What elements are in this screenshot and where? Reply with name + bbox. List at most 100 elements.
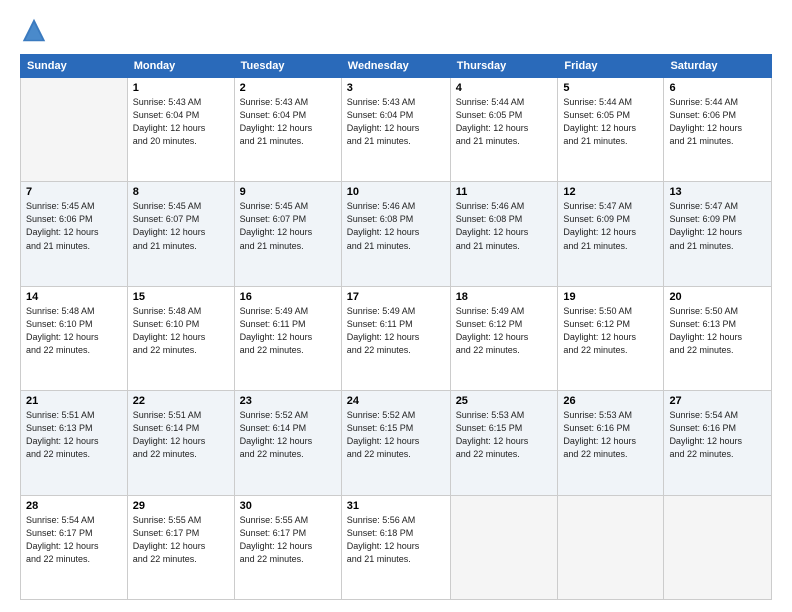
calendar-cell: 23 Sunrise: 5:52 AM Sunset: 6:14 PM Dayli…	[234, 391, 341, 495]
calendar-cell: 15 Sunrise: 5:48 AM Sunset: 6:10 PM Dayli…	[127, 286, 234, 390]
day-number: 24	[347, 395, 445, 407]
day-info: Sunrise: 5:52 AM Sunset: 6:15 PM Dayligh…	[347, 409, 445, 461]
day-info: Sunrise: 5:47 AM Sunset: 6:09 PM Dayligh…	[563, 200, 658, 252]
day-info: Sunrise: 5:44 AM Sunset: 6:05 PM Dayligh…	[456, 96, 553, 148]
day-number: 31	[347, 500, 445, 512]
day-info: Sunrise: 5:45 AM Sunset: 6:07 PM Dayligh…	[240, 200, 336, 252]
day-info: Sunrise: 5:46 AM Sunset: 6:08 PM Dayligh…	[456, 200, 553, 252]
day-number: 10	[347, 186, 445, 198]
calendar-cell: 16 Sunrise: 5:49 AM Sunset: 6:11 PM Dayli…	[234, 286, 341, 390]
day-info: Sunrise: 5:54 AM Sunset: 6:16 PM Dayligh…	[669, 409, 766, 461]
day-number: 2	[240, 82, 336, 94]
day-header-saturday: Saturday	[664, 55, 772, 78]
day-number: 20	[669, 291, 766, 303]
day-number: 15	[133, 291, 229, 303]
day-header-monday: Monday	[127, 55, 234, 78]
calendar-cell	[21, 78, 128, 182]
calendar-cell: 19Sunrise: 5:50 AM Sunset: 6:12 PM Dayli…	[558, 286, 664, 390]
day-info: Sunrise: 5:56 AM Sunset: 6:18 PM Dayligh…	[347, 514, 445, 566]
day-number: 8	[133, 186, 229, 198]
day-number: 29	[133, 500, 229, 512]
day-info: Sunrise: 5:54 AM Sunset: 6:17 PM Dayligh…	[26, 514, 122, 566]
day-info: Sunrise: 5:52 AM Sunset: 6:14 PM Dayligh…	[240, 409, 336, 461]
day-number: 5	[563, 82, 658, 94]
calendar-cell	[664, 495, 772, 599]
day-number: 23	[240, 395, 336, 407]
day-number: 21	[26, 395, 122, 407]
day-number: 30	[240, 500, 336, 512]
calendar-cell: 8 Sunrise: 5:45 AM Sunset: 6:07 PM Daylig…	[127, 182, 234, 286]
day-info: Sunrise: 5:44 AM Sunset: 6:06 PM Dayligh…	[669, 96, 766, 148]
calendar-cell: 21 Sunrise: 5:51 AM Sunset: 6:13 PM Dayli…	[21, 391, 128, 495]
day-number: 1	[133, 82, 229, 94]
calendar-cell: 2Sunrise: 5:43 AM Sunset: 6:04 PM Daylig…	[234, 78, 341, 182]
calendar-cell: 20 Sunrise: 5:50 AM Sunset: 6:13 PM Dayli…	[664, 286, 772, 390]
calendar-cell: 25 Sunrise: 5:53 AM Sunset: 6:15 PM Dayli…	[450, 391, 558, 495]
calendar-cell: 17Sunrise: 5:49 AM Sunset: 6:11 PM Dayli…	[341, 286, 450, 390]
day-info: Sunrise: 5:43 AM Sunset: 6:04 PM Dayligh…	[347, 96, 445, 148]
calendar-cell: 13 Sunrise: 5:47 AM Sunset: 6:09 PM Dayli…	[664, 182, 772, 286]
day-info: Sunrise: 5:55 AM Sunset: 6:17 PM Dayligh…	[133, 514, 229, 566]
calendar-cell: 7 Sunrise: 5:45 AM Sunset: 6:06 PM Daylig…	[21, 182, 128, 286]
day-info: Sunrise: 5:49 AM Sunset: 6:12 PM Dayligh…	[456, 305, 553, 357]
calendar-cell: 12Sunrise: 5:47 AM Sunset: 6:09 PM Dayli…	[558, 182, 664, 286]
day-header-tuesday: Tuesday	[234, 55, 341, 78]
day-info: Sunrise: 5:49 AM Sunset: 6:11 PM Dayligh…	[240, 305, 336, 357]
day-number: 28	[26, 500, 122, 512]
calendar-cell: 30Sunrise: 5:55 AM Sunset: 6:17 PM Dayli…	[234, 495, 341, 599]
calendar-cell: 27 Sunrise: 5:54 AM Sunset: 6:16 PM Dayli…	[664, 391, 772, 495]
day-info: Sunrise: 5:46 AM Sunset: 6:08 PM Dayligh…	[347, 200, 445, 252]
calendar-cell: 5 Sunrise: 5:44 AM Sunset: 6:05 PM Daylig…	[558, 78, 664, 182]
calendar-week-2: 7 Sunrise: 5:45 AM Sunset: 6:06 PM Daylig…	[21, 182, 772, 286]
day-number: 22	[133, 395, 229, 407]
day-info: Sunrise: 5:49 AM Sunset: 6:11 PM Dayligh…	[347, 305, 445, 357]
calendar-cell: 31 Sunrise: 5:56 AM Sunset: 6:18 PM Dayli…	[341, 495, 450, 599]
day-number: 26	[563, 395, 658, 407]
day-number: 4	[456, 82, 553, 94]
day-info: Sunrise: 5:53 AM Sunset: 6:15 PM Dayligh…	[456, 409, 553, 461]
calendar-cell: 24 Sunrise: 5:52 AM Sunset: 6:15 PM Dayli…	[341, 391, 450, 495]
page: SundayMondayTuesdayWednesdayThursdayFrid…	[0, 0, 792, 612]
calendar-cell: 22 Sunrise: 5:51 AM Sunset: 6:14 PM Dayli…	[127, 391, 234, 495]
calendar-cell: 3 Sunrise: 5:43 AM Sunset: 6:04 PM Daylig…	[341, 78, 450, 182]
day-info: Sunrise: 5:43 AM Sunset: 6:04 PM Dayligh…	[133, 96, 229, 148]
day-info: Sunrise: 5:51 AM Sunset: 6:14 PM Dayligh…	[133, 409, 229, 461]
day-number: 3	[347, 82, 445, 94]
calendar-week-3: 14 Sunrise: 5:48 AM Sunset: 6:10 PM Dayli…	[21, 286, 772, 390]
calendar-cell: 6 Sunrise: 5:44 AM Sunset: 6:06 PM Daylig…	[664, 78, 772, 182]
calendar-cell: 9 Sunrise: 5:45 AM Sunset: 6:07 PM Daylig…	[234, 182, 341, 286]
day-info: Sunrise: 5:44 AM Sunset: 6:05 PM Dayligh…	[563, 96, 658, 148]
day-number: 27	[669, 395, 766, 407]
day-number: 16	[240, 291, 336, 303]
calendar-cell: 10 Sunrise: 5:46 AM Sunset: 6:08 PM Dayli…	[341, 182, 450, 286]
calendar-cell: 11Sunrise: 5:46 AM Sunset: 6:08 PM Dayli…	[450, 182, 558, 286]
day-info: Sunrise: 5:48 AM Sunset: 6:10 PM Dayligh…	[133, 305, 229, 357]
day-header-friday: Friday	[558, 55, 664, 78]
day-number: 25	[456, 395, 553, 407]
day-number: 9	[240, 186, 336, 198]
calendar-week-1: 1 Sunrise: 5:43 AM Sunset: 6:04 PM Daylig…	[21, 78, 772, 182]
day-number: 14	[26, 291, 122, 303]
day-info: Sunrise: 5:50 AM Sunset: 6:12 PM Dayligh…	[563, 305, 658, 357]
day-info: Sunrise: 5:45 AM Sunset: 6:07 PM Dayligh…	[133, 200, 229, 252]
day-info: Sunrise: 5:45 AM Sunset: 6:06 PM Dayligh…	[26, 200, 122, 252]
day-number: 6	[669, 82, 766, 94]
day-info: Sunrise: 5:51 AM Sunset: 6:13 PM Dayligh…	[26, 409, 122, 461]
header	[20, 16, 772, 44]
day-header-sunday: Sunday	[21, 55, 128, 78]
day-number: 7	[26, 186, 122, 198]
day-info: Sunrise: 5:50 AM Sunset: 6:13 PM Dayligh…	[669, 305, 766, 357]
day-number: 13	[669, 186, 766, 198]
day-header-thursday: Thursday	[450, 55, 558, 78]
day-number: 18	[456, 291, 553, 303]
calendar-cell: 18 Sunrise: 5:49 AM Sunset: 6:12 PM Dayli…	[450, 286, 558, 390]
day-info: Sunrise: 5:53 AM Sunset: 6:16 PM Dayligh…	[563, 409, 658, 461]
calendar-cell	[450, 495, 558, 599]
logo-icon	[20, 16, 48, 44]
calendar-cell: 4 Sunrise: 5:44 AM Sunset: 6:05 PM Daylig…	[450, 78, 558, 182]
calendar-week-4: 21 Sunrise: 5:51 AM Sunset: 6:13 PM Dayli…	[21, 391, 772, 495]
calendar-cell: 29 Sunrise: 5:55 AM Sunset: 6:17 PM Dayli…	[127, 495, 234, 599]
calendar-cell: 1 Sunrise: 5:43 AM Sunset: 6:04 PM Daylig…	[127, 78, 234, 182]
day-info: Sunrise: 5:48 AM Sunset: 6:10 PM Dayligh…	[26, 305, 122, 357]
day-info: Sunrise: 5:47 AM Sunset: 6:09 PM Dayligh…	[669, 200, 766, 252]
